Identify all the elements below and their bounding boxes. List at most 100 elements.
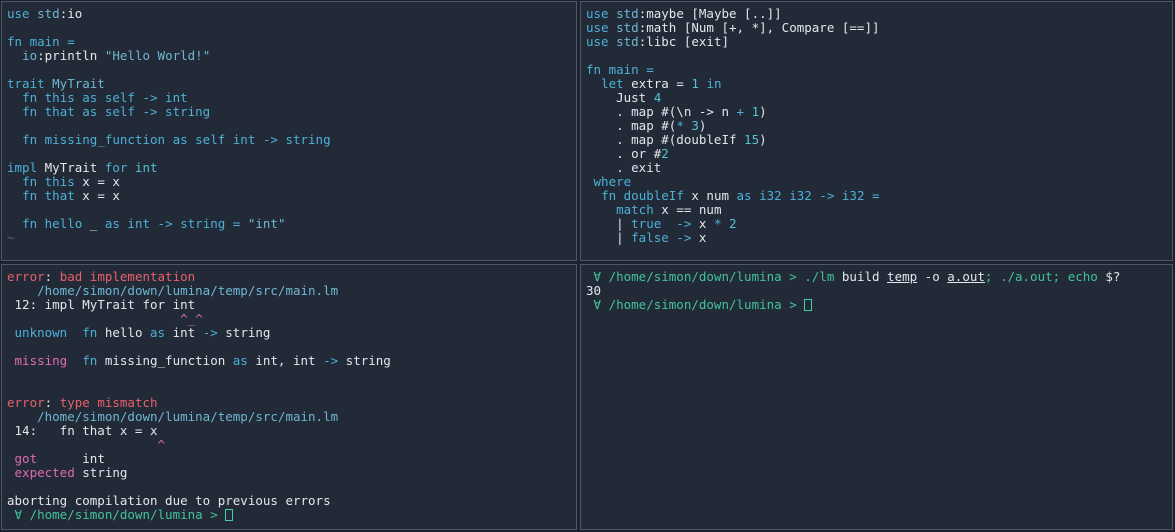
text-line: /home/simon/down/lumina/temp/src/main.lm [7, 410, 576, 424]
text-token: fn missing_function as self int -> strin… [22, 132, 331, 147]
text-token: -> [202, 325, 226, 340]
text-line: io:println "Hello World!" [7, 49, 576, 63]
text-token: hello [104, 325, 150, 340]
text-line: impl MyTrait for int [7, 161, 576, 175]
text-token: 2 [661, 146, 669, 161]
text-token: "int" [247, 216, 286, 231]
text-line: error: bad implementation [7, 270, 576, 284]
text-token: a.out [947, 269, 985, 284]
text-line: | true -> x * 2 [586, 217, 1172, 231]
text-line: fn this as self -> int [7, 91, 576, 105]
text-line: aborting compilation due to previous err… [7, 494, 576, 508]
editor-pane-top-right[interactable]: use std:maybe [Maybe [..]] use std:math [… [580, 1, 1173, 261]
terminal-pane-bottom-right[interactable]: ∀ /home/simon/down/lumina > ./lm build t… [580, 264, 1173, 530]
text-line: . map #(* 3) [586, 119, 1172, 133]
text-line: fn this x = x [7, 175, 576, 189]
text-token: string [345, 353, 391, 368]
text-token: 4 [653, 90, 662, 105]
text-token: true -> [631, 216, 699, 231]
text-line: . map #(doubleIf 15) [586, 133, 1172, 147]
text-token: 2 [729, 216, 737, 231]
text-token: ./lm [804, 269, 842, 284]
text-token: fn hello [22, 216, 90, 231]
terminal-lines: ∀ /home/simon/down/lumina > ./lm build t… [581, 265, 1172, 312]
text-token: 14: fn that x = x [7, 423, 158, 438]
text-line: use std:io [7, 7, 576, 21]
text-line [7, 382, 576, 396]
text-token: fn that as self -> string [22, 104, 211, 119]
text-line: fn doubleIf x num as i32 i32 -> i32 = [586, 189, 1172, 203]
text-line: fn hello _ as int -> string = "int" [7, 217, 576, 231]
text-token: temp [887, 269, 918, 284]
text-token: match [616, 202, 662, 217]
text-token: . or # [586, 146, 662, 161]
text-token: x [698, 216, 714, 231]
text-token: ∀ /home/simon/down/lumina > [7, 507, 226, 522]
text-token: | [586, 230, 632, 245]
text-token: /home/simon/down/lumina/temp/src/main.lm [37, 283, 339, 298]
text-token: x = x [82, 174, 120, 189]
code-lines: use std:maybe [Maybe [..]] use std:math [… [581, 2, 1172, 245]
text-token: int [172, 325, 203, 340]
terminal-pane-bottom-left[interactable]: error: bad implementation /home/simon/do… [1, 264, 577, 530]
text-token: extra = [631, 76, 692, 91]
text-token: 1 [691, 76, 707, 91]
text-token: std [616, 6, 639, 21]
text-token: std [37, 6, 60, 21]
text-token: aborting compilation due to previous err… [7, 493, 331, 508]
text-line: missing fn missing_function as int, int … [7, 354, 576, 368]
text-token: as int -> string = [104, 216, 248, 231]
text-token: for [104, 160, 135, 175]
text-line: fn missing_function as self int -> strin… [7, 133, 576, 147]
text-line [7, 21, 576, 35]
text-line: ~ [7, 231, 576, 245]
text-line: trait MyTrait [7, 77, 576, 91]
text-line: fn main = [586, 63, 1172, 77]
text-token: fn [82, 353, 105, 368]
text-token: : [44, 269, 60, 284]
code-lines: use std:io fn main = io:println "Hello Wo… [2, 2, 576, 245]
text-token: false -> [631, 230, 699, 245]
text-token: | [586, 216, 632, 231]
text-line [7, 480, 576, 494]
text-token: ^_^ [180, 311, 203, 326]
text-token: ~ [7, 230, 15, 245]
text-token: unknown fn [14, 325, 105, 340]
text-token: use [7, 6, 38, 21]
text-token: string [225, 325, 271, 340]
text-token: * [676, 118, 692, 133]
text-token: int [134, 160, 158, 175]
text-line: 12: impl MyTrait for int [7, 298, 576, 312]
text-line: ∀ /home/simon/down/lumina > [586, 298, 1172, 312]
text-token: . map #(\n -> n [586, 104, 737, 119]
text-token: as [150, 325, 173, 340]
text-token: -o [917, 269, 948, 284]
text-token: impl [7, 160, 45, 175]
text-token: missing_function [104, 353, 233, 368]
text-line [7, 63, 576, 77]
text-token: 30 [586, 283, 602, 298]
text-token: ∀ /home/simon/down/lumina > [586, 297, 805, 312]
text-line [586, 49, 1172, 63]
text-line [7, 340, 576, 354]
text-token: MyTrait [44, 160, 105, 175]
text-token: : [44, 395, 60, 410]
text-token: * [713, 216, 730, 231]
text-token: use [586, 20, 617, 35]
text-token: /home/simon/down/lumina/temp/src/main.lm [37, 409, 339, 424]
editor-pane-top-left[interactable]: use std:io fn main = io:println "Hello Wo… [1, 1, 577, 261]
text-line [7, 203, 576, 217]
text-token: -> [323, 353, 346, 368]
text-token: as i32 i32 -> i32 = [736, 188, 880, 203]
text-token: Just [586, 90, 654, 105]
text-token: . map #( [586, 118, 677, 133]
